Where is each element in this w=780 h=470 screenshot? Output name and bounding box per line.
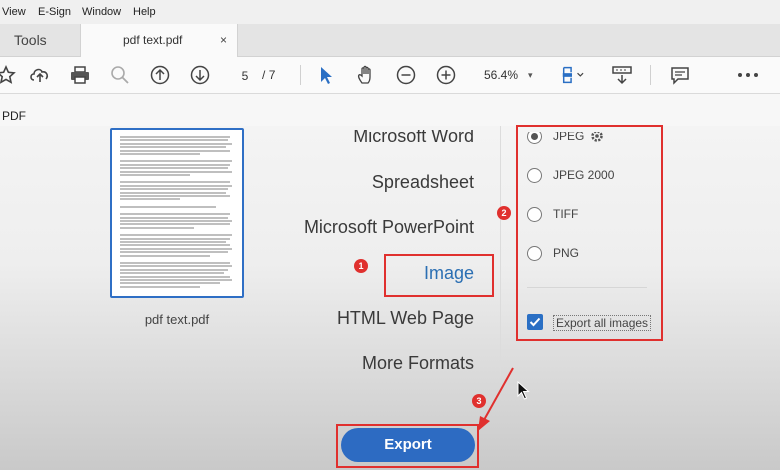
mouse-cursor-icon [517,381,530,400]
step-arrow-icon [478,367,514,431]
